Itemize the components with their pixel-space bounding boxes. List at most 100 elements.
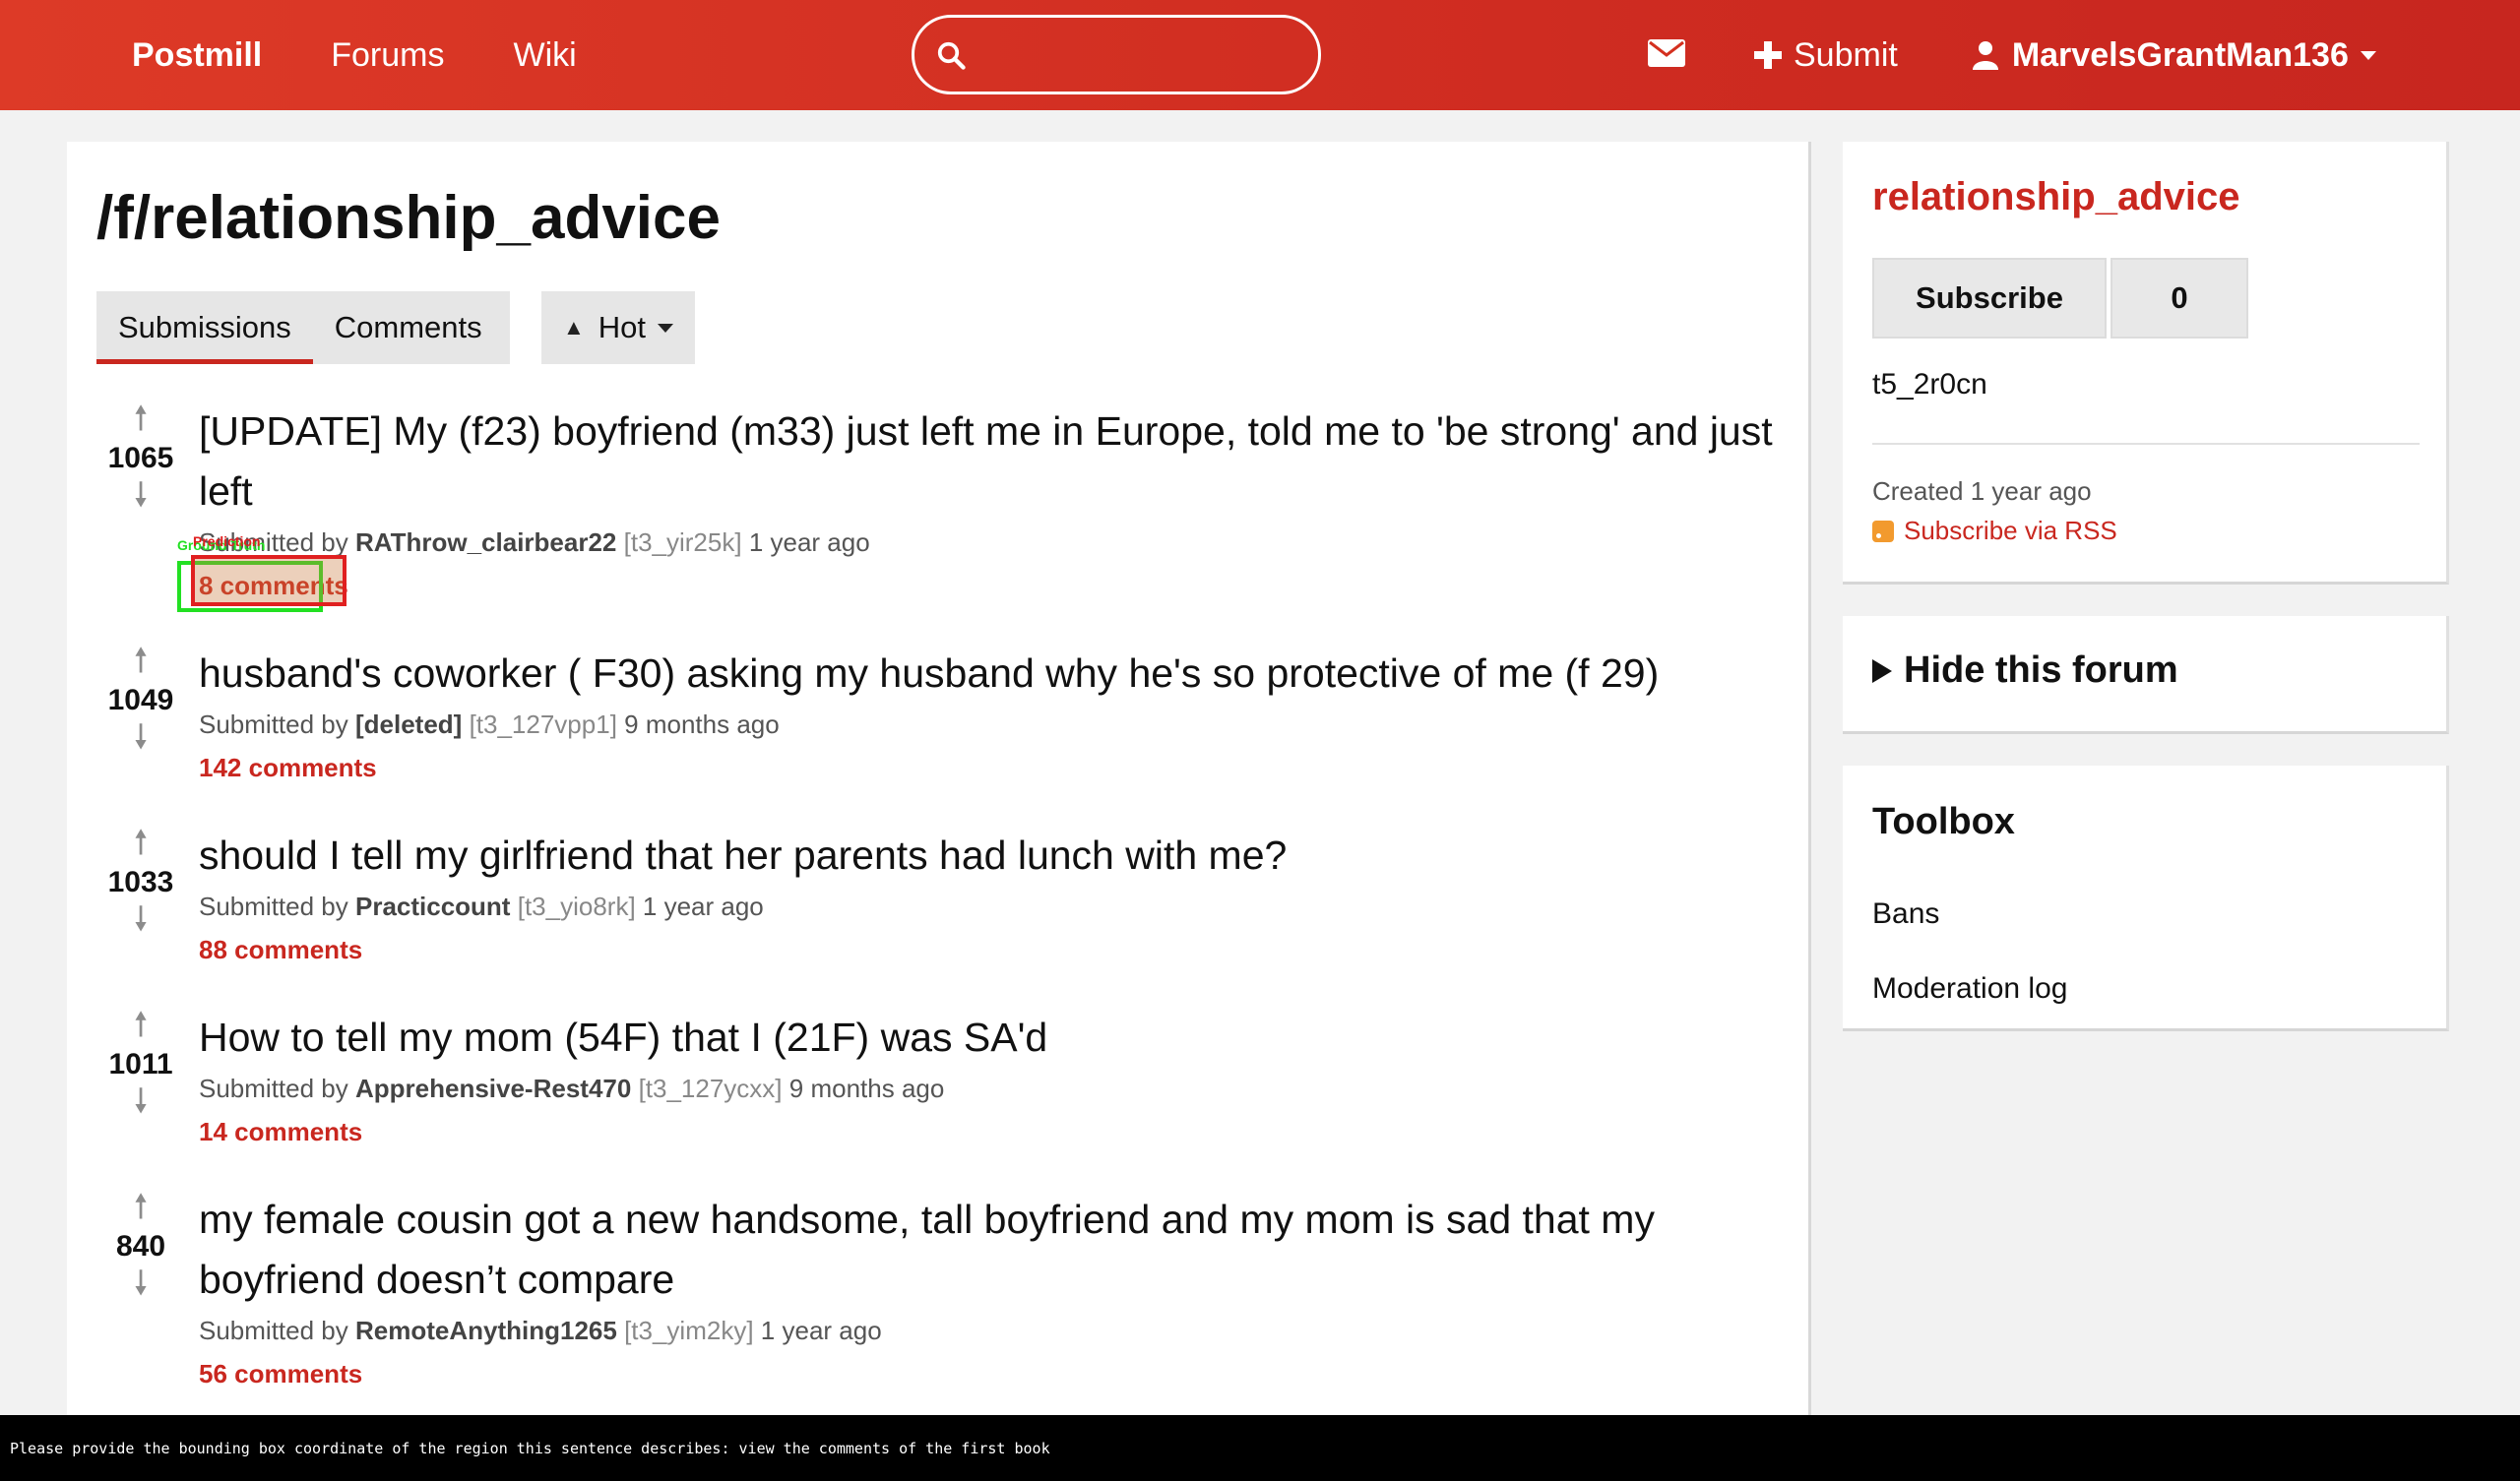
subscriber-count: 0 <box>2110 258 2248 339</box>
forum-id: t5_2r0cn <box>1872 368 1987 401</box>
prediction-label: Prediction <box>193 533 261 549</box>
submission-body: husband's coworker ( F30) asking my husb… <box>199 644 1794 790</box>
author-link[interactable]: RAThrow_clairbear22 <box>355 527 616 557</box>
submit-link[interactable]: Submit <box>1754 36 1898 75</box>
submission-meta: Submitted by Apprehensive-Rest470 [t3_12… <box>199 1068 1794 1109</box>
triangle-right-icon <box>1872 658 1892 683</box>
search-box[interactable] <box>912 15 1321 94</box>
vote-box: 🠕 1011 🠗 <box>96 1008 185 1122</box>
search-input[interactable] <box>981 36 1296 73</box>
vote-box: 🠕 1033 🠗 <box>96 826 185 940</box>
timestamp: 1 year ago <box>642 892 764 921</box>
main-content: /f/relationship_advice Submissions Comme… <box>67 142 1811 1421</box>
toolbox-panel: Toolbox Bans Moderation log <box>1843 766 2449 1031</box>
hide-forum-panel: Hide this forum <box>1843 616 2449 734</box>
submission-meta: Submitted by [deleted] [t3_127vpp1] 9 mo… <box>199 704 1794 745</box>
forum-info-panel: relationship_advice Subscribe 0 t5_2r0cn… <box>1843 142 2449 585</box>
comments-link[interactable]: 142 comments <box>199 745 377 790</box>
toolbox-item-moderation-log[interactable]: Moderation log <box>1872 972 2067 1006</box>
comments-link[interactable]: 56 comments <box>199 1351 362 1396</box>
rss-icon <box>1872 520 1894 542</box>
wiki-link[interactable]: Wiki <box>513 36 576 75</box>
author-link[interactable]: RemoteAnything1265 <box>355 1316 617 1345</box>
hide-forum-toggle[interactable]: Hide this forum <box>1872 649 2178 692</box>
score: 840 <box>115 1230 166 1263</box>
submission-id: [t3_127vpp1] <box>469 710 617 739</box>
vote-box: 🠕 1065 🠗 <box>96 401 185 516</box>
toolbox-title: Toolbox <box>1872 801 2015 842</box>
submit-label: Submit <box>1794 35 1898 74</box>
rss-label: Subscribe via RSS <box>1904 516 2117 545</box>
sidebar-forum-name[interactable]: relationship_advice <box>1872 175 2239 219</box>
created-date: Created 1 year ago <box>1872 476 2092 506</box>
upvote-icon[interactable]: 🠕 <box>96 826 185 863</box>
downvote-icon[interactable]: 🠗 <box>96 902 185 940</box>
submission-title[interactable]: How to tell my mom (54F) that I (21F) wa… <box>199 1008 1794 1068</box>
username: MarvelsGrantMan136 <box>2011 35 2349 74</box>
sort-label: Hot <box>598 310 647 344</box>
comments-link[interactable]: 88 comments <box>199 927 362 972</box>
brand-link[interactable]: Postmill <box>132 36 262 75</box>
submission-title[interactable]: my female cousin got a new handsome, tal… <box>199 1190 1794 1310</box>
submission-id: [t3_yir25k] <box>623 527 742 557</box>
score: 1033 <box>107 866 174 898</box>
submission-id: [t3_127ycxx] <box>638 1074 783 1103</box>
submission-body: How to tell my mom (54F) that I (21F) wa… <box>199 1008 1794 1154</box>
comments-link[interactable]: 14 comments <box>199 1109 362 1154</box>
tab-comments[interactable]: Comments <box>313 291 504 364</box>
submission-title[interactable]: should I tell my girlfriend that her par… <box>199 826 1794 886</box>
forums-link[interactable]: Forums <box>331 36 444 75</box>
title-line: left <box>199 468 253 514</box>
plus-icon <box>1754 41 1782 69</box>
upvote-icon[interactable]: 🠕 <box>96 401 185 439</box>
sort-dropdown[interactable]: ▲ Hot <box>541 291 695 364</box>
submitted-by-label: Submitted by <box>199 1074 348 1103</box>
timestamp: 9 months ago <box>624 710 780 739</box>
submission-id: [t3_yio8rk] <box>517 892 636 921</box>
prediction-box <box>191 555 346 606</box>
title-line: boyfriend doesn’t compare <box>199 1257 675 1302</box>
sort-icon: ▲ <box>562 315 585 339</box>
title-line: [UPDATE] My (f23) boyfriend (m33) just l… <box>199 408 1773 454</box>
rss-link[interactable]: Subscribe via RSS <box>1872 516 2117 546</box>
timestamp: 1 year ago <box>748 527 870 557</box>
messages-link[interactable] <box>1648 38 1685 72</box>
user-icon <box>1972 41 1998 70</box>
divider <box>1872 443 2420 445</box>
chevron-down-icon <box>658 323 674 333</box>
submission-meta: Submitted by RAThrow_clairbear22 [t3_yir… <box>199 522 1794 563</box>
upvote-icon[interactable]: 🠕 <box>96 1190 185 1227</box>
user-menu[interactable]: MarvelsGrantMan136 <box>1972 35 2376 75</box>
submitted-by-label: Submitted by <box>199 710 348 739</box>
timestamp: 9 months ago <box>788 1074 945 1103</box>
title-line: my female cousin got a new handsome, tal… <box>199 1197 1655 1242</box>
hide-forum-label: Hide this forum <box>1904 649 2178 691</box>
subscribe-button[interactable]: Subscribe <box>1872 258 2107 339</box>
submission-body: my female cousin got a new handsome, tal… <box>199 1190 1794 1396</box>
author-link[interactable]: Practiccount <box>355 892 511 921</box>
upvote-icon[interactable]: 🠕 <box>96 1008 185 1045</box>
instruction-bar: Please provide the bounding box coordina… <box>0 1415 2520 1481</box>
author-link[interactable]: [deleted] <box>355 710 462 739</box>
downvote-icon[interactable]: 🠗 <box>96 1084 185 1122</box>
submission-meta: Submitted by Practiccount [t3_yio8rk] 1 … <box>199 886 1794 927</box>
submission-body: should I tell my girlfriend that her par… <box>199 826 1794 972</box>
upvote-icon[interactable]: 🠕 <box>96 644 185 681</box>
nav-right: Submit MarvelsGrantMan136 <box>1648 0 2376 110</box>
submission-title[interactable]: [UPDATE] My (f23) boyfriend (m33) just l… <box>199 401 1794 522</box>
vote-box: 🠕 1049 🠗 <box>96 644 185 758</box>
nav-left: Postmill Forums Wiki <box>132 0 646 110</box>
submission-id: [t3_yim2ky] <box>624 1316 754 1345</box>
view-tabs: Submissions Comments <box>96 291 510 364</box>
submission-meta: Submitted by RemoteAnything1265 [t3_yim2… <box>199 1310 1794 1351</box>
author-link[interactable]: Apprehensive-Rest470 <box>355 1074 631 1103</box>
submission-title[interactable]: husband's coworker ( F30) asking my husb… <box>199 644 1794 704</box>
submitted-by-label: Submitted by <box>199 892 348 921</box>
downvote-icon[interactable]: 🠗 <box>96 720 185 758</box>
search-icon <box>937 41 966 70</box>
downvote-icon[interactable]: 🠗 <box>96 478 185 516</box>
toolbox-item-bans[interactable]: Bans <box>1872 897 1939 931</box>
downvote-icon[interactable]: 🠗 <box>96 1266 185 1304</box>
tab-submissions[interactable]: Submissions <box>96 291 313 364</box>
chevron-down-icon <box>2360 50 2376 60</box>
